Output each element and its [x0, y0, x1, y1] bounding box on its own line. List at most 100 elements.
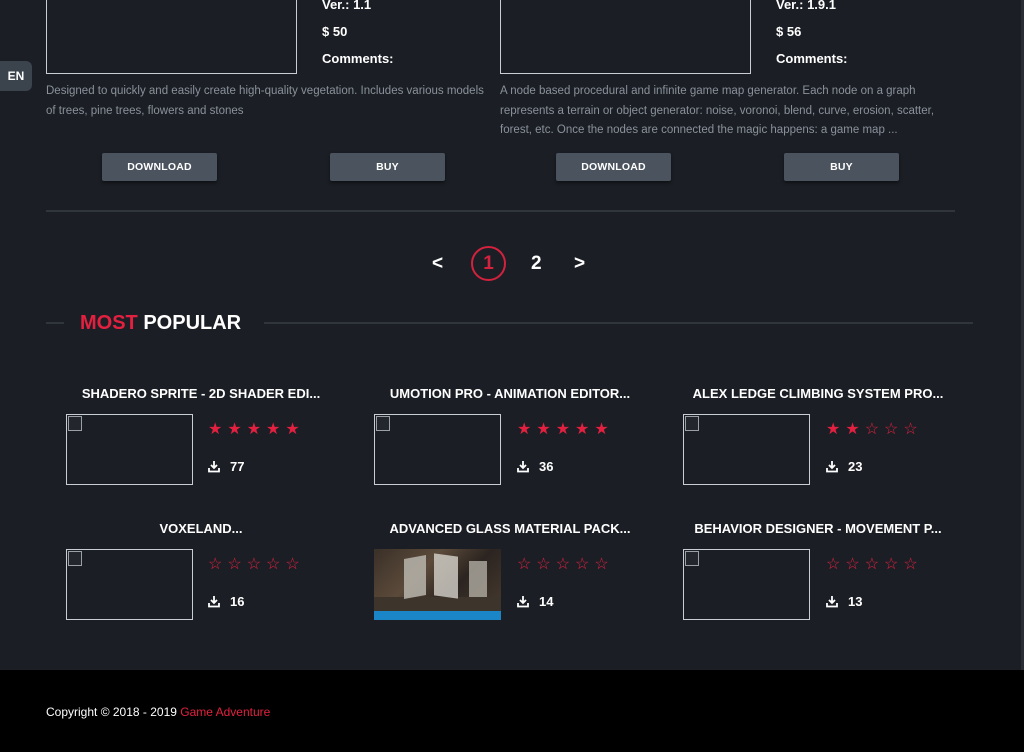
most-popular-heading: MOST POPULAR — [80, 312, 241, 335]
star-empty-icon: ☆ — [884, 556, 899, 573]
download-icon — [208, 595, 220, 608]
download-icon — [208, 460, 220, 473]
star-empty-icon: ☆ — [864, 556, 880, 573]
product-comments: Comments: — [776, 51, 848, 66]
download-icon — [517, 595, 529, 608]
section-divider — [46, 210, 955, 212]
star-empty-icon: ☆ — [884, 421, 899, 438]
pagination-current[interactable]: 1 — [471, 246, 506, 281]
rating-stars: ★ ★ ★ ★ ★ — [517, 422, 609, 438]
star-filled-icon: ★ — [826, 421, 841, 438]
popular-item-image[interactable] — [683, 549, 810, 620]
star-empty-icon: ☆ — [845, 556, 860, 573]
product-description: A node based procedural and infinite gam… — [500, 85, 935, 136]
star-empty-icon: ☆ — [227, 556, 242, 573]
download-count: 77 — [208, 459, 244, 474]
download-count-value: 14 — [539, 594, 554, 609]
product-price: $ 50 — [322, 24, 348, 39]
broken-image-icon — [68, 551, 82, 566]
product-version: Ver.: 1.9.1 — [776, 0, 836, 12]
popular-item-image[interactable] — [683, 414, 810, 485]
pagination-page-2[interactable]: 2 — [531, 253, 542, 275]
star-empty-icon: ☆ — [555, 556, 571, 573]
download-count: 36 — [517, 459, 553, 474]
star-filled-icon: ★ — [555, 421, 571, 438]
popular-item-title[interactable]: UMOTION PRO - ANIMATION EDITOR... — [365, 386, 655, 401]
popular-item-title[interactable]: ALEX LEDGE CLIMBING SYSTEM PRO... — [673, 386, 963, 401]
product-image[interactable] — [500, 0, 751, 74]
popular-item-image[interactable] — [66, 549, 193, 620]
product-price: $ 56 — [776, 24, 802, 39]
star-empty-icon: ☆ — [864, 421, 880, 438]
star-empty-icon: ☆ — [903, 556, 918, 573]
pagination-prev[interactable]: < — [432, 253, 443, 275]
download-icon — [826, 460, 838, 473]
star-filled-icon: ★ — [536, 421, 551, 438]
rating-stars: ★ ★ ★ ★ ★ — [208, 422, 300, 438]
star-empty-icon: ☆ — [246, 556, 262, 573]
download-icon — [517, 460, 529, 473]
broken-image-icon — [685, 551, 699, 566]
star-empty-icon: ☆ — [285, 556, 300, 573]
broken-image-icon — [68, 416, 82, 431]
rating-stars: ☆ ☆ ☆ ☆ ☆ — [517, 557, 609, 573]
star-filled-icon: ★ — [266, 421, 281, 438]
pagination-next[interactable]: > — [574, 253, 585, 275]
popular-item-image[interactable] — [374, 414, 501, 485]
download-count-value: 16 — [230, 594, 245, 609]
product-comments: Comments: — [322, 51, 394, 66]
download-count: 13 — [826, 594, 862, 609]
page-footer: Copyright © 2018 - 2019 Game Adventure — [0, 670, 1024, 752]
brand-link[interactable]: Game Adventure — [180, 705, 270, 719]
download-button[interactable]: DOWNLOAD — [556, 153, 671, 181]
download-count-value: 36 — [539, 459, 554, 474]
heading-rest: POPULAR — [143, 312, 242, 334]
buy-button[interactable]: BUY — [330, 153, 445, 181]
download-count-value: 13 — [848, 594, 863, 609]
popular-item-title[interactable]: VOXELAND... — [56, 521, 346, 536]
star-empty-icon: ☆ — [517, 556, 532, 573]
language-switcher[interactable]: EN — [0, 61, 32, 91]
download-count: 16 — [208, 594, 244, 609]
star-empty-icon: ☆ — [266, 556, 281, 573]
broken-image-icon — [685, 416, 699, 431]
popular-item-title[interactable]: BEHAVIOR DESIGNER - MOVEMENT P... — [673, 521, 963, 536]
star-empty-icon: ☆ — [208, 556, 223, 573]
heading-rule-right — [264, 322, 973, 324]
star-filled-icon: ★ — [246, 421, 262, 438]
star-empty-icon: ☆ — [903, 421, 918, 438]
heading-accent: MOST — [80, 312, 138, 334]
product-version: Ver.: 1.1 — [322, 0, 372, 12]
product-description: Designed to quickly and easily create hi… — [46, 85, 484, 117]
popular-item-image[interactable] — [66, 414, 193, 485]
star-filled-icon: ★ — [594, 421, 609, 438]
rating-stars: ☆ ☆ ☆ ☆ ☆ — [208, 557, 300, 573]
glass-material-preview — [374, 549, 501, 620]
popular-item-image[interactable] — [374, 549, 501, 620]
star-filled-icon: ★ — [285, 421, 300, 438]
rating-stars: ★ ★ ☆ ☆ ☆ — [826, 422, 918, 438]
download-count: 14 — [517, 594, 553, 609]
product-image[interactable] — [46, 0, 297, 74]
download-count-value: 23 — [848, 459, 863, 474]
broken-image-icon — [376, 416, 390, 431]
download-icon — [826, 595, 838, 608]
star-filled-icon: ★ — [208, 421, 223, 438]
star-empty-icon: ☆ — [536, 556, 551, 573]
star-filled-icon: ★ — [227, 421, 242, 438]
popular-item-title[interactable]: ADVANCED GLASS MATERIAL PACK... — [365, 521, 655, 536]
download-count-value: 77 — [230, 459, 245, 474]
heading-rule-left — [46, 322, 64, 324]
star-filled-icon: ★ — [517, 421, 532, 438]
download-button[interactable]: DOWNLOAD — [102, 153, 217, 181]
popular-item-title[interactable]: SHADERO SPRITE - 2D SHADER EDI... — [56, 386, 346, 401]
star-filled-icon: ★ — [845, 421, 860, 438]
rating-stars: ☆ ☆ ☆ ☆ ☆ — [826, 557, 918, 573]
download-count: 23 — [826, 459, 862, 474]
buy-button[interactable]: BUY — [784, 153, 899, 181]
star-filled-icon: ★ — [575, 421, 590, 438]
star-empty-icon: ☆ — [826, 556, 841, 573]
copyright-label: Copyright © 2018 - 2019 — [46, 705, 181, 719]
star-empty-icon: ☆ — [594, 556, 609, 573]
copyright-text: Copyright © 2018 - 2019 Game Adventure — [46, 705, 270, 719]
